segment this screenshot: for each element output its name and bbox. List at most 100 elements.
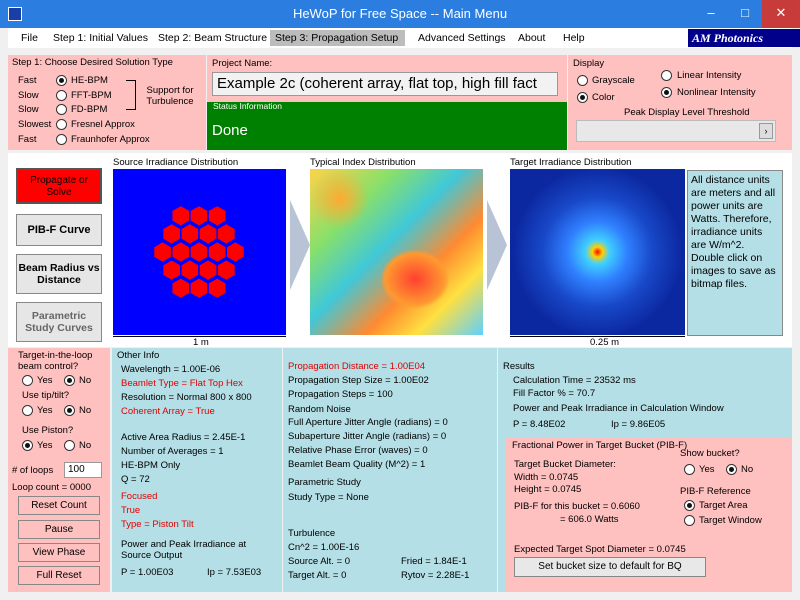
target-loop-label: Target-in-the-loop beam control?: [18, 350, 93, 372]
show-bucket-label: Show bucket?: [680, 448, 740, 459]
hex-beamlet: [161, 258, 182, 282]
index-distribution-image[interactable]: [310, 169, 483, 335]
fft-bpm-radio[interactable]: [56, 90, 67, 101]
fd-bpm-label: FD-BPM: [71, 104, 108, 115]
target-loop-no-radio[interactable]: [64, 375, 75, 386]
menu-help[interactable]: Help: [558, 30, 590, 46]
tiptilt-no-radio[interactable]: [64, 405, 75, 416]
linear-intensity-label: Linear Intensity: [677, 70, 742, 81]
show-bucket-yes-radio[interactable]: [684, 464, 695, 475]
tiptilt-yes-radio[interactable]: [22, 405, 33, 416]
status-value: Done: [212, 122, 248, 139]
number-of-averages: Number of Averages = 1: [121, 446, 224, 457]
show-bucket-no-radio[interactable]: [726, 464, 737, 475]
index-title: Typical Index Distribution: [310, 157, 416, 168]
pause-button[interactable]: Pause: [18, 520, 100, 539]
arrow-icon: [290, 200, 310, 290]
grayscale-label: Grayscale: [592, 75, 635, 86]
grayscale-radio[interactable]: [577, 75, 588, 86]
project-name-input[interactable]: Example 2c (coherent array, flat top, hi…: [212, 72, 558, 96]
propagation-distance: Propagation Distance = 1.00E04: [288, 361, 426, 372]
random-noise-title: Random Noise: [288, 404, 351, 415]
results-panel: Results Calculation Time = 23532 ms Fill…: [498, 348, 792, 592]
active-area-radius: Active Area Radius = 2.45E-1: [121, 432, 246, 443]
yes-label: Yes: [37, 375, 53, 386]
threshold-slider[interactable]: ›: [576, 120, 776, 142]
hex-beamlet: [207, 276, 228, 300]
window-peak-irradiance: Ip = 9.86E05: [611, 419, 666, 430]
fried-parameter: Fried = 1.84E-1: [401, 556, 467, 567]
source-power: P = 1.00E03: [121, 567, 174, 578]
slider-arrow-icon[interactable]: ›: [759, 123, 773, 139]
target-loop-yes-radio[interactable]: [22, 375, 33, 386]
pibf-panel: Fractional Power in Target Bucket (PIB-F…: [506, 437, 792, 592]
hex-beamlet: [216, 258, 237, 282]
fraunhofer-radio[interactable]: [56, 134, 67, 145]
am-photonics-logo: AM Photonics: [688, 29, 800, 47]
target-irradiance-image[interactable]: [510, 169, 685, 335]
propagate-button[interactable]: Propagate or Solve: [16, 168, 102, 204]
hex-array-graphic: [152, 204, 246, 300]
beam-radius-button[interactable]: Beam Radius vs Distance: [16, 254, 102, 294]
num-loops-input[interactable]: 100: [64, 462, 102, 478]
target-area-label: Target Area: [699, 500, 748, 511]
fraunhofer-label: Fraunhofer Approx: [71, 134, 150, 145]
expected-spot-diameter: Expected Target Spot Diameter = 0.0745: [514, 544, 686, 555]
fd-bpm-radio[interactable]: [56, 104, 67, 115]
hex-beamlet: [198, 258, 218, 282]
fresnel-radio[interactable]: [56, 119, 67, 130]
set-bucket-button[interactable]: Set bucket size to default for BQ: [514, 557, 706, 577]
target-window-radio[interactable]: [684, 515, 695, 526]
menu-step3[interactable]: Step 3: Propagation Setup: [270, 30, 405, 46]
yes-label: Yes: [37, 440, 53, 451]
wavelength: Wavelength = 1.00E-06: [121, 364, 221, 375]
he-bpm-radio[interactable]: [56, 75, 67, 86]
menu-about[interactable]: About: [513, 30, 550, 46]
target-area-radio[interactable]: [684, 500, 695, 511]
reset-count-button[interactable]: Reset Count: [18, 496, 100, 515]
view-phase-button[interactable]: View Phase: [18, 543, 100, 562]
menu-advanced[interactable]: Advanced Settings: [413, 30, 511, 46]
menu-step2[interactable]: Step 2: Beam Structure: [153, 30, 272, 46]
color-label: Color: [592, 92, 615, 103]
threshold-label: Peak Display Level Threshold: [624, 107, 750, 118]
piston-no-radio[interactable]: [64, 440, 75, 451]
hex-beamlet: [216, 222, 237, 246]
fft-bpm-label: FFT-BPM: [71, 90, 112, 101]
minimize-button[interactable]: –: [694, 0, 728, 28]
cn2-value: Cn^2 = 1.00E-16: [288, 542, 360, 553]
target-window-label: Target Window: [699, 515, 762, 526]
speed-label: Slow: [18, 90, 39, 101]
menu-step1[interactable]: Step 1: Initial Values: [48, 30, 153, 46]
solution-type-panel: Step 1: Choose Desired Solution Type Fas…: [8, 55, 206, 150]
status-label: Status Information: [213, 101, 282, 111]
color-radio[interactable]: [577, 92, 588, 103]
rytov-variance: Rytov = 2.28E-1: [401, 570, 470, 581]
source-scale-label: 1 m: [193, 337, 209, 348]
speed-label: Slow: [18, 104, 39, 115]
menu-file[interactable]: File: [16, 30, 43, 46]
piston-yes-radio[interactable]: [22, 440, 33, 451]
no-label: No: [79, 440, 92, 451]
no-label: No: [79, 405, 92, 416]
close-button[interactable]: ✕: [762, 0, 800, 28]
full-reset-button[interactable]: Full Reset: [18, 566, 100, 585]
pib-f-curve-button[interactable]: PIB-F Curve: [16, 214, 102, 246]
title-bar: HeWoP for Free Space -- Main Menu – □ ✕: [0, 0, 800, 28]
parametric-study-title: Parametric Study: [288, 477, 361, 488]
no-label: No: [741, 464, 754, 475]
source-irradiance-image[interactable]: [113, 169, 286, 335]
speed-label: Fast: [18, 134, 37, 145]
results-title: Results: [503, 361, 535, 372]
bracket: [126, 80, 136, 110]
nonlinear-intensity-radio[interactable]: [661, 87, 672, 98]
full-aperture-jitter: Full Aperture Jitter Angle (radians) = 0: [288, 417, 448, 428]
loop-panel: Target-in-the-loop beam control? Yes No …: [8, 348, 110, 592]
nonlinear-intensity-label: Nonlinear Intensity: [677, 87, 756, 98]
linear-intensity-radio[interactable]: [661, 70, 672, 81]
target-title: Target Irradiance Distribution: [510, 157, 632, 168]
focused-label: Focused: [121, 491, 158, 502]
num-loops-label: # of loops: [12, 465, 54, 476]
parametric-curves-button[interactable]: Parametric Study Curves: [16, 302, 102, 342]
maximize-button[interactable]: □: [728, 0, 762, 28]
